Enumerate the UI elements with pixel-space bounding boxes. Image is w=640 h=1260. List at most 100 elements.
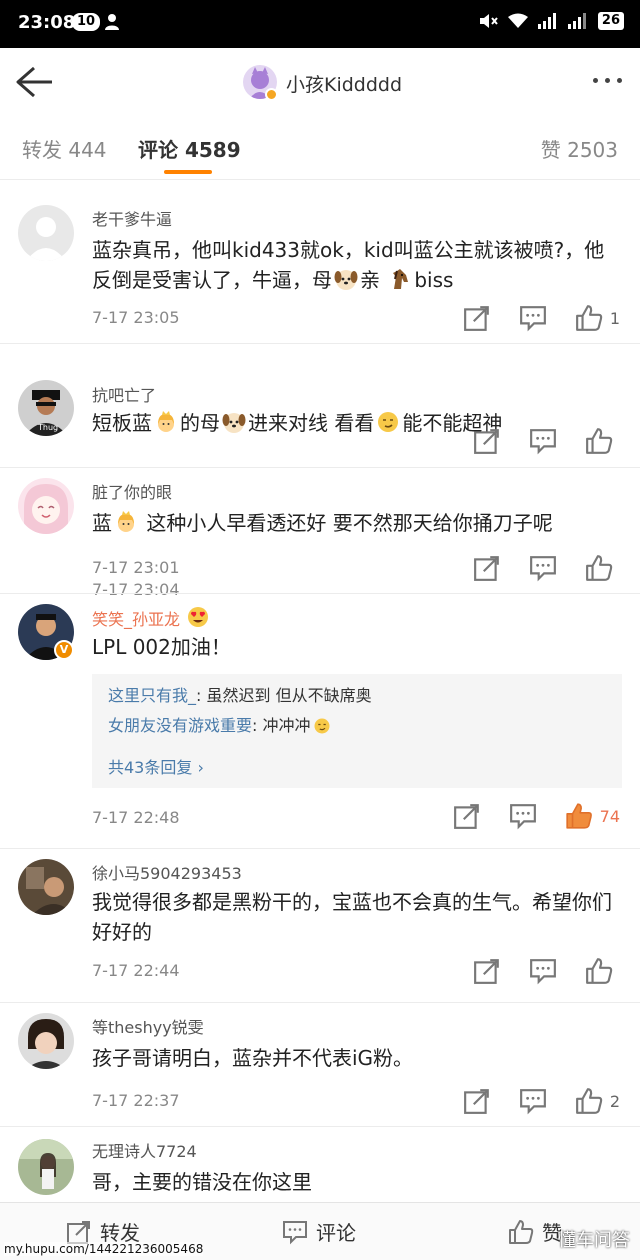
comment-icon xyxy=(282,1219,308,1245)
thumbs-up-icon xyxy=(584,554,614,582)
comment-text: 孩子哥请明白，蓝杂并不代表iG粉。 xyxy=(92,1046,414,1070)
view-more-replies-link[interactable]: 共43条回复 › xyxy=(108,754,204,778)
svg-text:Thug: Thug xyxy=(37,423,58,432)
comment-actions: 2 xyxy=(462,1087,620,1115)
comment-text: 蓝杂真吊，他叫kid433就ok，kid叫蓝公主就该被喷?，他反倒是受害认了，牛… xyxy=(92,235,620,295)
comment-author[interactable]: 无理诗人7724 xyxy=(92,1138,197,1162)
thumbs-up-active-icon xyxy=(564,802,594,830)
tab-forward[interactable]: 转发 444 xyxy=(22,134,107,163)
avatar[interactable] xyxy=(18,1013,74,1069)
avatar[interactable]: Thug xyxy=(18,380,74,436)
tab-bar: 转发 444 评论 4589 赞 2503 xyxy=(0,118,640,180)
watermark-brand: 懂车问答 xyxy=(558,1230,630,1251)
verified-badge-icon xyxy=(265,88,278,101)
like-button[interactable] xyxy=(584,554,620,582)
comment-text: LPL 002加油！ xyxy=(92,635,231,659)
battery-level: 26 xyxy=(597,12,624,30)
reply-item[interactable]: 女朋友没有游戏重要: 冲冲冲 xyxy=(108,712,333,736)
reply-author[interactable]: 这里只有我_ xyxy=(108,686,196,705)
like-button[interactable]: 2 xyxy=(574,1087,620,1115)
comment-actions xyxy=(472,957,620,985)
comment-author[interactable]: 脏了你的眼 xyxy=(92,479,172,503)
reply-icon[interactable] xyxy=(518,304,548,332)
tab-like[interactable]: 赞 2503 xyxy=(541,134,618,163)
comment-actions xyxy=(472,427,620,455)
share-icon xyxy=(66,1219,92,1245)
more-menu-icon[interactable] xyxy=(593,78,622,83)
share-icon[interactable] xyxy=(452,802,482,830)
comment-author[interactable]: 徐小马5904293453 xyxy=(92,860,242,884)
status-time: 23:08 xyxy=(18,12,76,33)
avatar[interactable] xyxy=(18,1139,74,1195)
active-tab-indicator xyxy=(164,170,212,174)
reply-icon[interactable] xyxy=(528,957,558,985)
comment-author[interactable]: 老干爹牛逼 xyxy=(92,206,172,230)
like-count: 1 xyxy=(609,308,620,328)
comment-text-part: 蓝 xyxy=(92,511,112,535)
like-count: 2 xyxy=(609,1091,620,1111)
comment-author[interactable]: 笑笑_孙亚龙 xyxy=(92,605,212,630)
avatar[interactable] xyxy=(18,478,74,534)
comment-author[interactable]: 等theshyy锐雯 xyxy=(92,1014,204,1038)
like-button[interactable]: 74 xyxy=(564,802,620,830)
avatar[interactable] xyxy=(18,859,74,915)
comment-text-part: 亲 xyxy=(360,268,380,292)
signal-icon xyxy=(537,13,556,29)
back-arrow-icon[interactable] xyxy=(14,64,54,100)
comment-text-part: 的母 xyxy=(180,411,220,435)
reply-author[interactable]: 女朋友没有游戏重要 xyxy=(108,716,252,735)
comment-item: 等theshyy锐雯 孩子哥请明白，蓝杂并不代表iG粉。 7-17 22:37 … xyxy=(0,1003,640,1127)
share-icon[interactable] xyxy=(462,304,492,332)
smirk-emoji-icon xyxy=(376,410,400,434)
princess-emoji-icon xyxy=(154,410,178,434)
comment-item: V 笑笑_孙亚龙 LPL 002加油！ 这里只有我_: 虽然迟到 但从不缺席奥 … xyxy=(0,594,640,849)
comment-label: 评论 xyxy=(316,1221,356,1245)
horse-emoji-icon xyxy=(388,267,412,291)
comment-author-name: 笑笑_孙亚龙 xyxy=(92,610,181,629)
comment-feed: 老干爹牛逼 蓝杂真吊，他叫kid433就ok，kid叫蓝公主就该被喷?，他反倒是… xyxy=(0,195,640,1217)
status-bar: 23:08 10 26 xyxy=(0,0,640,48)
like-button[interactable] xyxy=(584,427,620,455)
dog-emoji-icon xyxy=(334,267,358,291)
avatar[interactable] xyxy=(18,205,74,261)
reply-item[interactable]: 这里只有我_: 虽然迟到 但从不缺席奥 xyxy=(108,682,372,706)
thumbs-up-icon xyxy=(584,957,614,985)
reply-text: : 冲冲冲 xyxy=(252,716,311,735)
header-title[interactable]: 小孩Kiddddd xyxy=(286,70,402,97)
thumbs-up-icon xyxy=(574,304,604,332)
princess-emoji-icon xyxy=(114,510,138,534)
comment-time: 7-17 22:37 xyxy=(92,1091,180,1110)
share-icon[interactable] xyxy=(462,1087,492,1115)
reply-icon[interactable] xyxy=(508,802,538,830)
app-header: 小孩Kiddddd xyxy=(0,48,640,118)
thumbs-up-icon xyxy=(508,1219,534,1245)
comment-item: 徐小马5904293453 我觉得很多都是黑粉干的，宝蓝也不会真的生气。希望你们… xyxy=(0,849,640,1003)
comment-time: 7-17 22:44 xyxy=(92,961,180,980)
emoji-icon xyxy=(313,717,331,735)
comment-text-part: 进来对线 看看 xyxy=(248,411,375,435)
reply-icon[interactable] xyxy=(518,1087,548,1115)
comment-text: 哥，主要的错没在你这里 xyxy=(92,1170,312,1194)
comment-item: 脏了你的眼 蓝 这种小人早看透还好 要不然那天给你捅刀子呢 7-17 23:01 xyxy=(0,468,640,594)
like-button[interactable]: 1 xyxy=(574,304,620,332)
comment-actions xyxy=(472,554,620,582)
comment-author[interactable]: 抗吧亡了 xyxy=(92,382,156,406)
comment-actions: 1 xyxy=(462,304,620,332)
reply-icon[interactable] xyxy=(528,554,558,582)
share-icon[interactable] xyxy=(472,957,502,985)
reply-preview-box[interactable]: 这里只有我_: 虽然迟到 但从不缺席奥 女朋友没有游戏重要: 冲冲冲 共43条回… xyxy=(92,674,622,788)
share-icon[interactable] xyxy=(472,554,502,582)
comment-time: 7-17 23:05 xyxy=(92,308,180,327)
reply-icon[interactable] xyxy=(528,427,558,455)
comment-text: 蓝 这种小人早看透还好 要不然那天给你捅刀子呢 xyxy=(92,508,620,538)
like-button[interactable] xyxy=(584,957,620,985)
tab-comment[interactable]: 评论 4589 xyxy=(138,134,241,163)
signal-icon-2 xyxy=(567,13,586,29)
thumbs-up-icon xyxy=(574,1087,604,1115)
like-post-button[interactable]: 赞 xyxy=(508,1217,562,1246)
comment-text: 我觉得很多都是黑粉干的，宝蓝也不会真的生气。希望你们好好的 xyxy=(92,890,612,944)
notification-badge: 10 xyxy=(72,13,101,31)
mute-icon xyxy=(479,14,498,28)
share-icon[interactable] xyxy=(472,427,502,455)
comment-button[interactable]: 评论 xyxy=(282,1217,356,1246)
